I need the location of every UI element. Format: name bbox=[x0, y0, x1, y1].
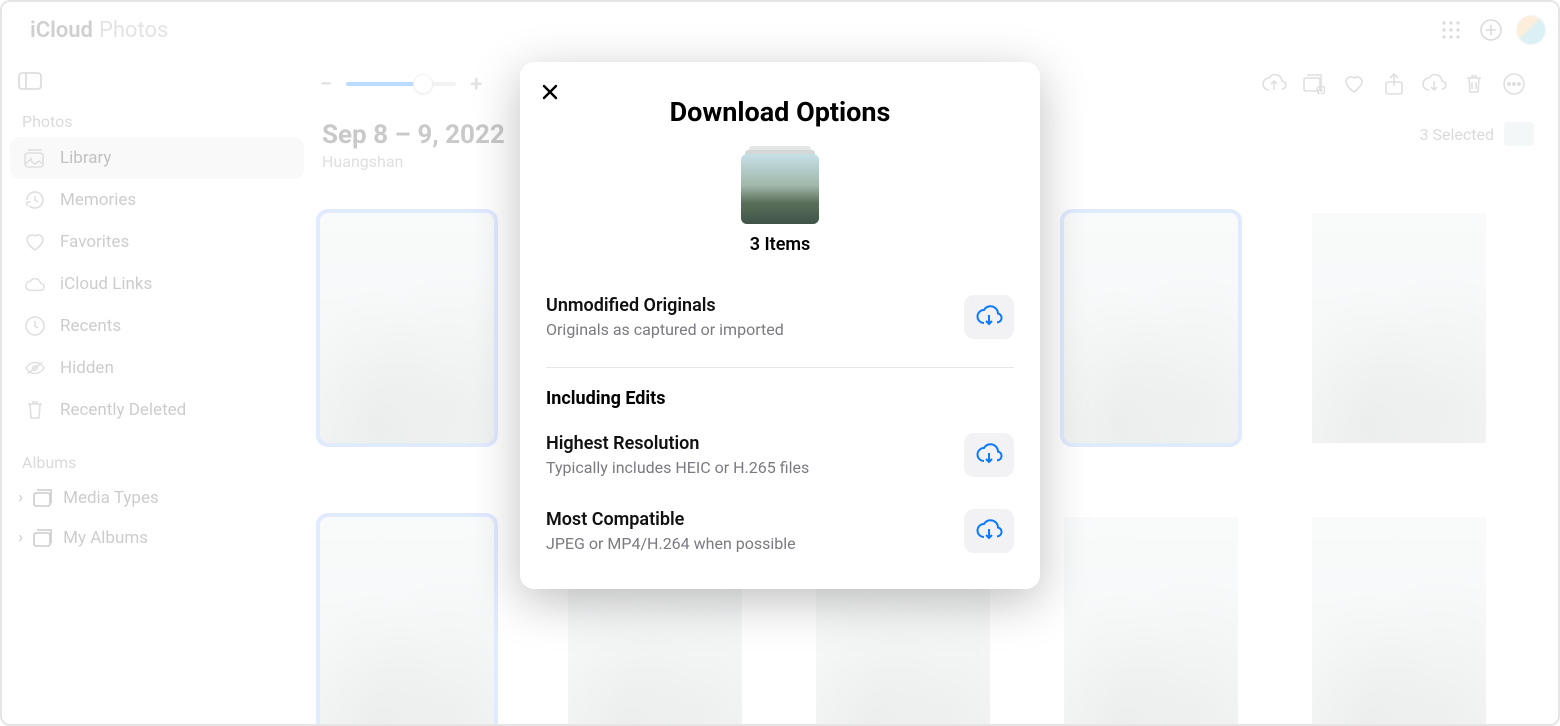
option-title: Unmodified Originals bbox=[546, 295, 948, 316]
download-options-modal: Download Options 3 Items Unmodified Orig… bbox=[520, 62, 1040, 589]
download-unmodified-button[interactable] bbox=[964, 295, 1014, 339]
section-including-edits: Including Edits bbox=[546, 388, 1014, 409]
items-count-label: 3 Items bbox=[546, 234, 1014, 255]
option-unmodified-originals: Unmodified Originals Originals as captur… bbox=[546, 289, 1014, 345]
option-title: Highest Resolution bbox=[546, 433, 948, 454]
close-button[interactable] bbox=[536, 78, 564, 106]
items-preview-thumbnail bbox=[741, 146, 819, 224]
option-description: Typically includes HEIC or H.265 files bbox=[546, 458, 948, 477]
option-title: Most Compatible bbox=[546, 509, 948, 530]
modal-title: Download Options bbox=[546, 96, 1014, 128]
download-highest-resolution-button[interactable] bbox=[964, 433, 1014, 477]
option-most-compatible: Most Compatible JPEG or MP4/H.264 when p… bbox=[546, 503, 1014, 559]
option-description: Originals as captured or imported bbox=[546, 320, 948, 339]
option-highest-resolution: Highest Resolution Typically includes HE… bbox=[546, 427, 1014, 483]
download-most-compatible-button[interactable] bbox=[964, 509, 1014, 553]
option-description: JPEG or MP4/H.264 when possible bbox=[546, 534, 948, 553]
divider bbox=[546, 367, 1014, 368]
